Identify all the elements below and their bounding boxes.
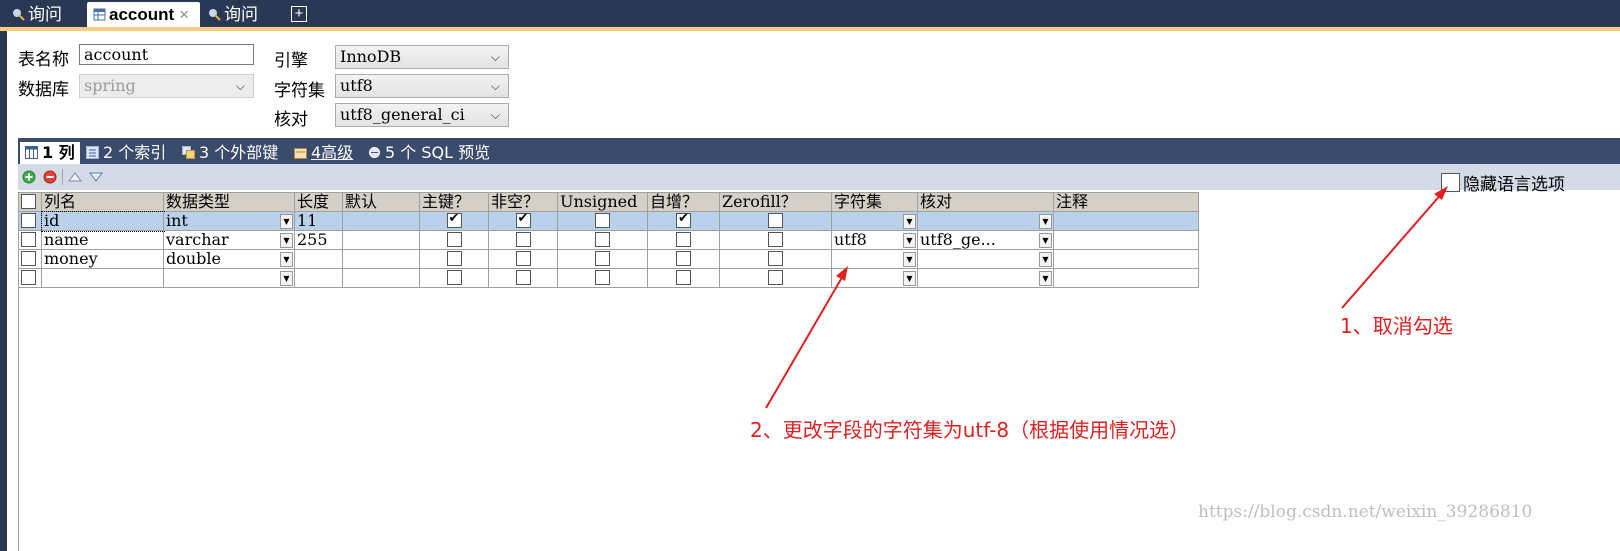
annotation-step-2: 2、更改字段的字符集为utf-8（根据使用情况选） xyxy=(750,418,1190,442)
arrow-to-checkbox xyxy=(1341,191,1444,309)
annotation-arrows xyxy=(765,186,1448,409)
arrow-head-icon xyxy=(836,266,848,281)
watermark: https://blog.csdn.net/weixin_39286810 xyxy=(1198,502,1533,522)
arrow-head-icon xyxy=(1434,186,1448,200)
arrow-to-charset xyxy=(765,273,845,409)
annotation-step-1: 1、取消勾选 xyxy=(1340,314,1453,338)
